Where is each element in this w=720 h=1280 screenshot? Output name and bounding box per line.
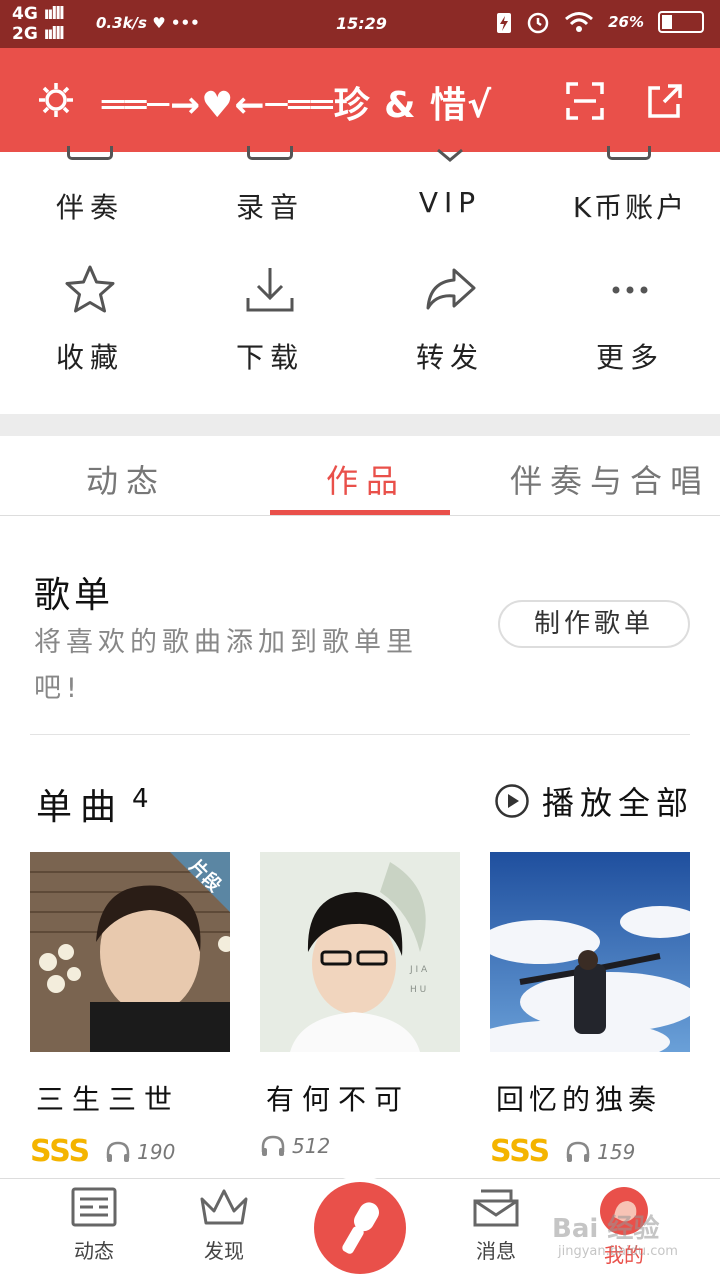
play-count: 190 [137, 1139, 176, 1164]
charging-icon [497, 13, 512, 33]
vip-icon [437, 148, 463, 162]
crown-icon [200, 1189, 248, 1225]
song-card[interactable]: J I A H U 有何不可 512 [260, 852, 460, 1158]
tabbar-item-discover[interactable]: 发现 [164, 1187, 284, 1264]
action-kcoin[interactable]: K币账户 [540, 146, 720, 226]
play-count: 159 [597, 1139, 636, 1164]
tab-accompaniment-chorus[interactable]: 伴奏与合唱 [510, 456, 710, 502]
share-icon[interactable] [646, 82, 684, 120]
song-card[interactable]: 片段 三生三世 SSS 190 [30, 852, 230, 1169]
star-icon [65, 265, 115, 313]
svg-text:H U: H U [410, 985, 426, 995]
profile-nickname: ══─→♥←─══珍 & 惜√ [102, 85, 493, 126]
network-indicator: 4G ıılll 2G ıılll [12, 4, 65, 44]
play-circle-icon [495, 784, 529, 818]
more-icon [612, 286, 648, 294]
download-icon [246, 268, 294, 312]
active-tab-indicator [270, 510, 450, 515]
message-icon [473, 1189, 519, 1227]
record-icon [247, 146, 293, 160]
network-speed: 0.3k/s ♥ ••• [96, 14, 200, 32]
create-playlist-button[interactable]: 制作歌单 [498, 600, 690, 648]
song-title: 回忆的独奏 [496, 1083, 662, 1116]
action-download[interactable]: 下载 [180, 262, 360, 376]
song-cover: J I A H U [260, 852, 460, 1052]
song-title: 三生三世 [36, 1083, 181, 1116]
scan-icon[interactable] [566, 82, 604, 120]
play-all-button[interactable]: 播放全部 [494, 778, 694, 824]
profile-tabs: 动态 作品 伴奏与合唱 [0, 436, 720, 516]
divider [30, 734, 690, 735]
song-cover: 片段 [30, 852, 230, 1052]
baidu-watermark-url: jingyan.baidu.com [558, 1244, 678, 1259]
singles-title: 单曲 [36, 787, 125, 828]
battery-percent: 26% [608, 13, 644, 31]
cover-art: J I A H U [260, 852, 460, 1052]
settings-gear-icon[interactable] [36, 80, 76, 120]
singles-count: 4 [132, 784, 149, 814]
tab-feed[interactable]: 动态 [86, 456, 166, 502]
app-header: ══─→♥←─══珍 & 惜√ [0, 48, 720, 152]
song-meta: SSS 190 [30, 1134, 175, 1169]
headphones-icon [106, 1141, 130, 1162]
tabbar-item-feed[interactable]: 动态 [34, 1187, 154, 1264]
battery-icon [658, 11, 704, 33]
singles-header: 单曲 4 播放全部 [0, 760, 720, 840]
status-bar: 4G ıılll 2G ıılll 0.3k/s ♥ ••• 15:29 26% [0, 0, 720, 48]
action-vip[interactable]: VIP [360, 148, 540, 219]
cover-art [490, 852, 690, 1052]
forward-icon [426, 268, 476, 310]
song-cover [490, 852, 690, 1052]
accompaniment-icon [67, 146, 113, 160]
play-count: 512 [292, 1134, 331, 1158]
playlist-description: 将喜欢的歌曲添加到歌单里吧! [34, 627, 418, 704]
wifi-icon [565, 12, 594, 32]
sing-microphone-button[interactable] [314, 1182, 406, 1274]
action-accompaniment[interactable]: 伴奏 [0, 146, 180, 226]
section-separator [0, 414, 720, 436]
song-meta: SSS 159 [490, 1134, 635, 1169]
vpn-icon: ♥ [152, 14, 166, 32]
clock: 15:29 [336, 14, 387, 33]
alarm-icon [527, 12, 549, 34]
action-record[interactable]: 录音 [180, 146, 360, 226]
action-forward[interactable]: 转发 [360, 262, 540, 376]
action-favorite[interactable]: 收藏 [0, 262, 180, 376]
playlist-section: 歌单 将喜欢的歌曲添加到歌单里吧! 制作歌单 [0, 516, 720, 734]
quick-actions-grid: 伴奏 录音 VIP K币账户 收藏 下载 转发 更多 [0, 146, 720, 414]
song-meta: 512 [260, 1134, 330, 1158]
song-card[interactable]: 回忆的独奏 SSS 159 [490, 852, 690, 1169]
headphones-icon [566, 1141, 590, 1162]
action-more[interactable]: 更多 [540, 262, 720, 376]
grade-badge: SSS [30, 1134, 90, 1169]
svg-text:J I A: J I A [409, 965, 428, 975]
feed-icon [71, 1187, 117, 1227]
song-title: 有何不可 [266, 1083, 411, 1116]
tabbar-item-messages[interactable]: 消息 [436, 1187, 556, 1264]
kcoin-icon [607, 146, 651, 160]
headphones-icon [261, 1135, 285, 1156]
baidu-watermark: Bai 经验 [552, 1214, 660, 1244]
playlist-title: 歌单 [34, 575, 115, 616]
microphone-icon [342, 1202, 379, 1254]
tab-works[interactable]: 作品 [326, 456, 406, 502]
grade-badge: SSS [490, 1134, 550, 1169]
